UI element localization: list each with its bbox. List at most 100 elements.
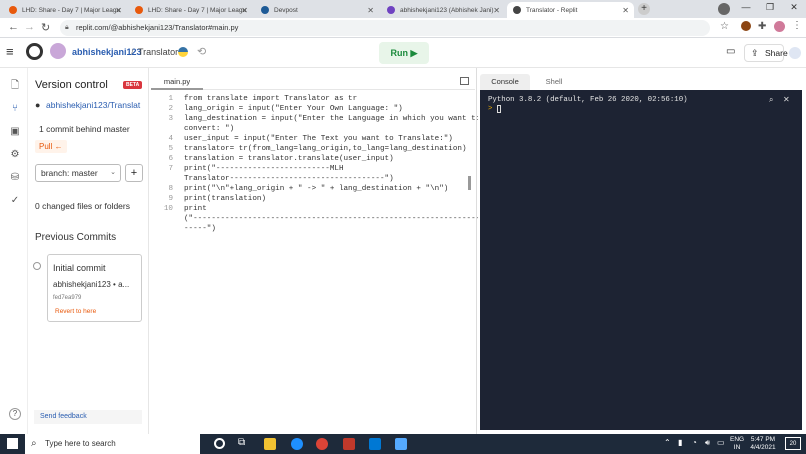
commit-title: Initial commit	[53, 263, 106, 273]
back-icon[interactable]: ←	[8, 21, 19, 33]
volume-icon[interactable]: 🔊︎	[705, 438, 710, 448]
code-area[interactable]: 1 from translate import Translator as tr 2…	[151, 90, 489, 233]
repo-link[interactable]: abhishekjani123/Translat	[46, 100, 146, 110]
revert-link[interactable]: Revert to here	[55, 308, 96, 315]
code-line: -----")	[184, 225, 216, 233]
replit-logo-icon[interactable]	[26, 43, 43, 60]
send-feedback-link[interactable]: Send feedback	[40, 413, 87, 420]
user-avatar[interactable]	[50, 43, 66, 59]
browser-tab[interactable]: Devpost ✕	[255, 2, 379, 18]
tab-favicon-icon	[135, 6, 143, 14]
network-icon[interactable]: ▮	[678, 438, 682, 447]
app-icon[interactable]	[395, 438, 407, 450]
browser-tab[interactable]: LHD: Share - Day 7 | Major Leagu ✕	[129, 2, 253, 18]
version-control-icon[interactable]: ⑂	[9, 103, 21, 115]
url-text: replit.com/@abhishekjani123/Translator#m…	[76, 23, 239, 32]
beta-badge: BETA	[123, 81, 143, 89]
packages-icon[interactable]: ▣	[9, 126, 21, 138]
close-icon[interactable]: ✕	[622, 6, 629, 15]
cortana-icon[interactable]	[214, 438, 225, 449]
avatar[interactable]	[774, 21, 785, 32]
vscode-icon[interactable]	[369, 438, 381, 450]
tab-console[interactable]: Console	[480, 74, 530, 90]
hamburger-icon[interactable]: ≡	[6, 45, 14, 59]
history-icon[interactable]: ⟲	[197, 45, 206, 58]
edge-icon[interactable]	[291, 438, 303, 450]
line-number: 2	[168, 105, 173, 113]
browser-tab[interactable]: abhishekjani123 (Abhishek Jani) ✕	[381, 2, 505, 18]
console-prompt: >	[488, 105, 497, 113]
notification-badge[interactable]: 20	[785, 437, 801, 450]
reload-icon[interactable]: ↻	[41, 21, 50, 34]
tab-favicon-icon	[9, 6, 17, 14]
battery-icon[interactable]: ▭	[717, 438, 725, 447]
line-number: 10	[163, 205, 173, 213]
extension-icon[interactable]	[741, 21, 751, 31]
new-tab-icon[interactable]: +	[638, 3, 650, 15]
check-icon[interactable]: ✓	[9, 195, 21, 207]
browser-tab-active[interactable]: Translator - Replit ✕	[507, 2, 634, 18]
tab-shell[interactable]: Shell	[534, 74, 574, 90]
chat-icon[interactable]: ▭	[726, 46, 735, 57]
close-icon[interactable]: ✕	[241, 6, 248, 15]
editor-tab-bar: main.py	[151, 74, 475, 90]
chevron-down-icon: ⌄	[110, 169, 116, 176]
close-icon[interactable]: ✕	[115, 6, 122, 15]
profile-icon[interactable]	[718, 3, 730, 15]
close-window-icon[interactable]: ✕	[782, 2, 806, 13]
settings-gear-icon[interactable]: ⚙	[9, 149, 21, 161]
menu-icon[interactable]: ⋮	[792, 20, 802, 31]
tab-main-py[interactable]: main.py	[151, 74, 203, 90]
browser-tab[interactable]: LHD: Share - Day 7 | Major Leagu ✕	[3, 2, 127, 18]
run-button[interactable]: Run ▶	[379, 42, 429, 64]
tab-label: Devpost	[274, 6, 298, 14]
changed-files-text: 0 changed files or folders	[35, 201, 130, 211]
console-output[interactable]: Python 3.8.2 (default, Feb 26 2020, 02:5…	[480, 90, 802, 430]
editor-scrollbar[interactable]	[468, 176, 471, 190]
share-label: Share	[765, 48, 788, 58]
chevron-up-icon[interactable]: ⌃	[664, 438, 671, 447]
region-label: IN	[733, 444, 741, 451]
file-explorer-icon[interactable]	[264, 438, 276, 450]
panel-divider[interactable]	[476, 68, 477, 434]
close-icon[interactable]: ✕	[367, 6, 374, 15]
pull-button[interactable]: Pull ←	[35, 140, 67, 153]
commit-card[interactable]: Initial commit abhishekjani123 • a... fe…	[47, 254, 142, 322]
taskbar-search[interactable]: ⌕ Type here to search	[25, 434, 200, 454]
add-branch-button[interactable]: +	[125, 164, 143, 182]
minimize-icon[interactable]: —	[734, 2, 758, 12]
console-line: Python 3.8.2 (default, Feb 26 2020, 02:5…	[488, 96, 688, 104]
windows-start-icon[interactable]	[7, 438, 18, 449]
app-icon[interactable]	[343, 438, 355, 450]
task-view-icon[interactable]: ⧉	[238, 437, 245, 448]
code-editor[interactable]: main.py 1 from translate import Translato…	[151, 68, 489, 434]
sidebar-rail: 🗋︎ ⑂ ▣ ⚙ ⛁ ✓ ?	[0, 68, 28, 434]
clear-console-icon[interactable]: ✕	[783, 95, 790, 104]
maximize-icon[interactable]: ❐	[758, 2, 782, 13]
search-icon: ⌕	[31, 438, 37, 449]
project-name[interactable]: Translator	[138, 47, 178, 57]
python-icon	[178, 47, 188, 57]
console-cursor	[497, 105, 501, 113]
database-icon[interactable]: ⛁	[9, 172, 21, 184]
language-indicator[interactable]: ENG IN	[730, 436, 744, 452]
wifi-icon[interactable]: ◔	[692, 438, 697, 447]
code-line: translation = translator.translate(user_…	[184, 155, 394, 163]
share-button[interactable]: ⇪ Share	[744, 44, 788, 62]
tab-label: LHD: Share - Day 7 | Major Leagu	[22, 6, 121, 14]
branch-select[interactable]: branch: master ⌄	[35, 164, 121, 182]
layout-icon[interactable]	[460, 77, 469, 85]
forward-icon[interactable]: →	[24, 21, 35, 33]
puzzle-icon[interactable]: ✚	[758, 21, 766, 32]
account-avatar[interactable]	[789, 47, 801, 59]
chrome-icon[interactable]	[316, 438, 328, 450]
files-icon[interactable]: 🗋︎	[9, 80, 21, 92]
url-input[interactable]: 🔒︎ replit.com/@abhishekjani123/Translato…	[60, 20, 710, 36]
search-icon[interactable]: ⌕	[769, 95, 773, 105]
help-icon[interactable]: ?	[9, 408, 21, 420]
clock[interactable]: 5:47 PM 4/4/2021	[749, 436, 777, 452]
bookmark-star-icon[interactable]: ☆	[720, 21, 729, 32]
feedback-bar: Send feedback	[34, 410, 142, 424]
panel-title: Version control	[35, 79, 108, 91]
close-icon[interactable]: ✕	[493, 6, 500, 15]
